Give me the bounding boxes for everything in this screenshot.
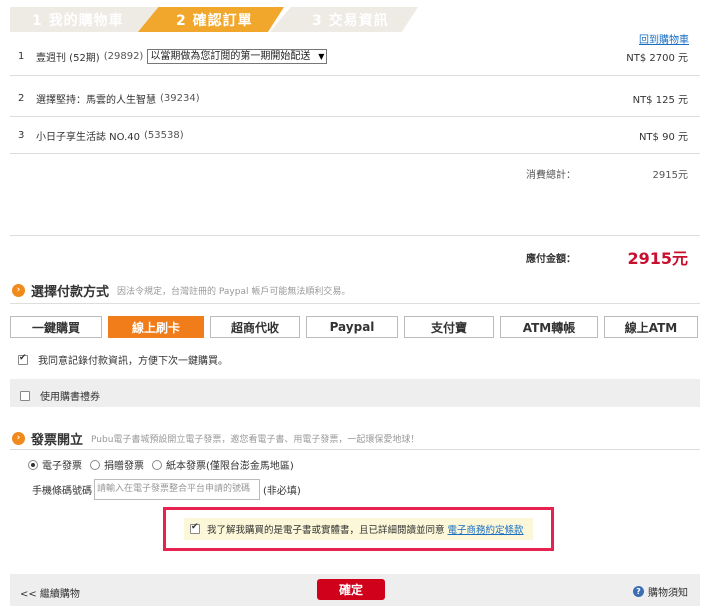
tab-alipay[interactable]: 支付寶 bbox=[404, 316, 494, 338]
checkout-steps: 1 我的購物車 2 確認訂單 3 交易資訊 bbox=[10, 7, 418, 32]
invoice-type-options: 電子發票 捐贈發票 紙本發票(僅限台澎金馬地區) bbox=[28, 457, 302, 472]
payment-title: 選擇付款方式 bbox=[31, 285, 110, 300]
optional-note: (非必填) bbox=[263, 486, 301, 497]
cart-item: 2 選擇堅持：馬雲的人生智慧 (39234) NT$ 125 元 bbox=[10, 80, 700, 117]
cart-item: 1 壹週刊 (52期) (29892) 以當期做為您訂閱的第一期開始配送 ▼ N… bbox=[10, 38, 700, 76]
continue-shopping-link[interactable]: << 繼續購物 bbox=[20, 585, 80, 600]
invoice-option-donate[interactable]: 捐贈發票 bbox=[90, 457, 144, 472]
item-name: 選擇堅持：馬雲的人生智慧 bbox=[36, 94, 156, 106]
shopping-notice-link[interactable]: ? 購物須知 bbox=[633, 584, 688, 599]
radio-paper[interactable] bbox=[152, 459, 162, 470]
remember-payment-option: 我同意記錄付款資訊，方便下次一鍵購買。 bbox=[18, 352, 228, 367]
invoice-title: 發票開立 bbox=[31, 433, 84, 448]
remember-payment-checkbox[interactable] bbox=[18, 353, 28, 365]
mobile-barcode-input[interactable]: 請輸入在電子發票整合平台申請的號碼 bbox=[94, 479, 260, 500]
payable-value: 2915元 bbox=[627, 249, 688, 268]
tab-paypal[interactable]: Paypal bbox=[306, 316, 398, 338]
barcode-label: 手機條碼號碼 bbox=[32, 486, 92, 497]
payment-note: 因法令規定，台灣註冊的 Paypal 帳戶可能無法順利交易。 bbox=[117, 287, 351, 297]
item-price: NT$ 90 元 bbox=[638, 131, 688, 143]
subtotal-value: 2915元 bbox=[652, 170, 688, 181]
payment-section-heading: › 選擇付款方式 因法令規定，台灣註冊的 Paypal 帳戶可能無法順利交易。 bbox=[12, 281, 350, 300]
footer-bar: << 繼續購物 確定 ? 購物須知 bbox=[10, 574, 700, 606]
payable-row: 應付金額： 2915元 bbox=[10, 236, 700, 274]
option-label: 捐贈發票 bbox=[104, 461, 144, 472]
cart-item: 3 小日子享生活誌 NO.40 (53538) NT$ 90 元 bbox=[10, 117, 700, 154]
item-code: (39234) bbox=[160, 92, 200, 104]
delivery-select-value: 以當期做為您訂閱的第一期開始配送 bbox=[147, 49, 328, 64]
divider bbox=[10, 303, 700, 304]
agreement-highlight-box: 我了解我購買的是電子書或實體書，且已詳細閱讀並同意 電子商務約定條款 bbox=[163, 507, 554, 551]
item-number: 1 bbox=[18, 51, 25, 62]
payable-label: 應付金額： bbox=[526, 254, 576, 265]
confirm-button[interactable]: 確定 bbox=[317, 579, 385, 600]
coupon-checkbox[interactable] bbox=[20, 390, 30, 401]
item-name: 小日子享生活誌 NO.40 bbox=[36, 131, 141, 143]
tab-credit-card[interactable]: 線上刷卡 bbox=[108, 316, 204, 338]
arrow-right-icon: › bbox=[12, 432, 25, 445]
item-code: (29892) bbox=[103, 51, 144, 62]
agreement-row: 我了解我購買的是電子書或實體書，且已詳細閱讀並同意 電子商務約定條款 bbox=[184, 518, 533, 540]
radio-electronic[interactable] bbox=[28, 459, 38, 470]
step-confirm-order: 2 確認訂單 bbox=[138, 7, 284, 32]
item-price: NT$ 125 元 bbox=[632, 94, 688, 106]
invoice-option-paper[interactable]: 紙本發票(僅限台澎金馬地區) bbox=[152, 457, 294, 472]
option-label: 紙本發票(僅限台澎金馬地區) bbox=[166, 461, 294, 472]
invoice-option-electronic[interactable]: 電子發票 bbox=[28, 457, 82, 472]
item-number: 2 bbox=[18, 92, 25, 104]
radio-donate[interactable] bbox=[90, 459, 100, 470]
step-transaction-info: 3 交易資訊 bbox=[270, 7, 418, 32]
tab-online-atm[interactable]: 線上ATM bbox=[604, 316, 698, 338]
step-my-cart: 1 我的購物車 bbox=[10, 7, 158, 32]
help-icon: ? bbox=[633, 586, 644, 597]
agreement-text: 我了解我購買的是電子書或實體書，且已詳細閱讀並同意 bbox=[207, 525, 445, 536]
coupon-band: 使用購書禮券 bbox=[10, 379, 700, 407]
item-name: 壹週刊 (52期) bbox=[36, 53, 100, 64]
coupon-option: 使用購書禮券 bbox=[20, 388, 100, 403]
terms-link[interactable]: 電子商務約定條款 bbox=[448, 522, 524, 536]
item-price: NT$ 2700 元 bbox=[626, 53, 688, 64]
invoice-note: Pubu電子書城預設開立電子發票，邀您看電子書、用電子發票，一起環保愛地球！ bbox=[91, 435, 420, 445]
coupon-label: 使用購書禮券 bbox=[40, 392, 100, 403]
option-label: 電子發票 bbox=[42, 461, 82, 472]
tab-one-click[interactable]: 一鍵購買 bbox=[10, 316, 102, 338]
invoice-section-heading: › 發票開立 Pubu電子書城預設開立電子發票，邀您看電子書、用電子發票，一起環… bbox=[12, 429, 419, 448]
subtotal-row: 消費總計： 2915元 bbox=[10, 152, 700, 236]
tab-atm-transfer[interactable]: ATM轉帳 bbox=[500, 316, 598, 338]
divider bbox=[10, 449, 700, 450]
delivery-start-select[interactable]: 以當期做為您訂閱的第一期開始配送 ▼ bbox=[147, 49, 328, 64]
item-code: (53538) bbox=[144, 129, 184, 141]
shopping-notice-label: 購物須知 bbox=[648, 588, 688, 599]
agreement-checkbox[interactable] bbox=[190, 522, 200, 534]
arrow-right-icon: › bbox=[12, 284, 25, 297]
item-number: 3 bbox=[18, 129, 25, 141]
chevron-down-icon: ▼ bbox=[318, 52, 325, 61]
subtotal-label: 消費總計： bbox=[526, 170, 576, 181]
tab-convenience-store[interactable]: 超商代收 bbox=[210, 316, 300, 338]
payment-method-tabs: 一鍵購買 線上刷卡 超商代收 Paypal 支付寶 ATM轉帳 線上ATM bbox=[10, 316, 700, 338]
mobile-barcode-row: 手機條碼號碼 請輸入在電子發票整合平台申請的號碼 (非必填) bbox=[32, 479, 301, 500]
remember-payment-label: 我同意記錄付款資訊，方便下次一鍵購買。 bbox=[38, 356, 228, 367]
